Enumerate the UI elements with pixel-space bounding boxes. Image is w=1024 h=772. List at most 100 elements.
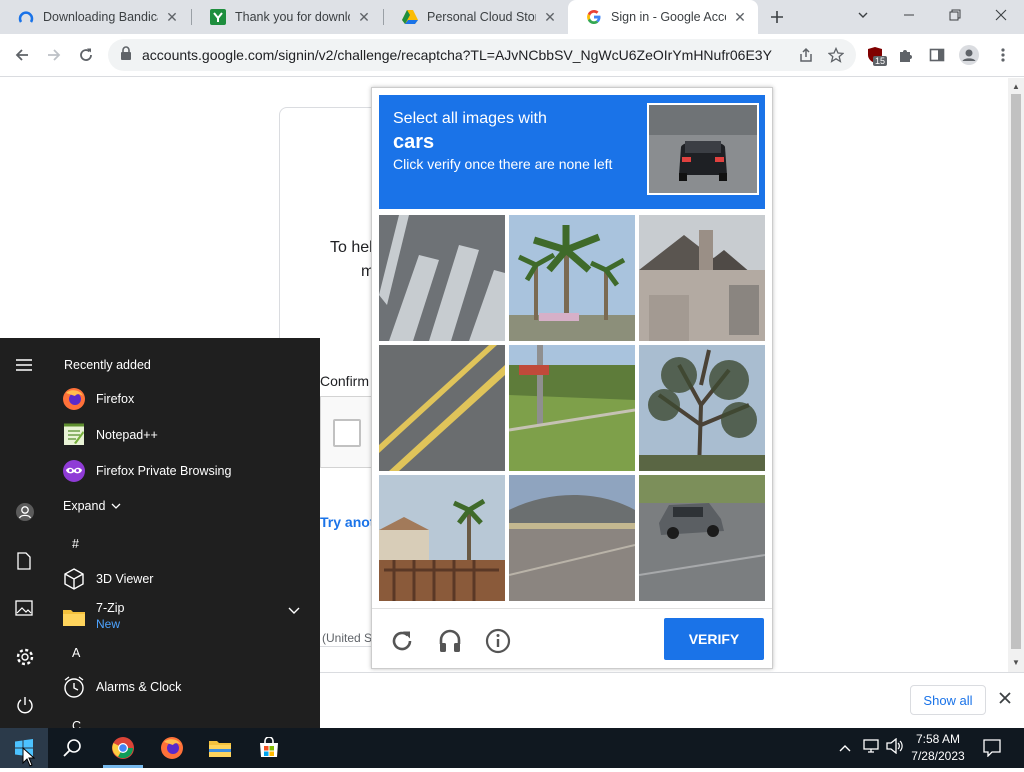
lock-icon[interactable] (120, 45, 132, 65)
tab-search-chevron-down-icon[interactable] (840, 0, 886, 30)
reload-button[interactable] (71, 40, 101, 70)
share-icon[interactable] (798, 47, 814, 68)
search-icon[interactable] (48, 728, 96, 768)
start-item-notepadpp[interactable]: Notepad++ (62, 423, 158, 447)
google-drive-icon (402, 9, 418, 25)
minimize-button[interactable] (886, 0, 932, 30)
side-panel-icon[interactable] (922, 40, 952, 70)
tab-google-sign-in[interactable]: Sign in - Google Accounts ✕ (568, 0, 758, 34)
close-icon[interactable]: ✕ (164, 9, 180, 25)
chevron-down-icon[interactable] (288, 602, 300, 620)
settings-gear-icon[interactable] (15, 647, 35, 672)
tab-personal-cloud-storage[interactable]: Personal Cloud Storage ✕ (384, 0, 568, 34)
notepadpp-icon (62, 423, 86, 447)
show-all-button[interactable]: Show all (910, 685, 986, 715)
notification-center-icon[interactable] (983, 739, 1001, 762)
extensions-puzzle-icon[interactable] (891, 40, 921, 70)
start-item-alarms-clock[interactable]: Alarms & Clock (62, 675, 181, 699)
page-scrollbar[interactable]: ▲ ▼ (1008, 78, 1024, 672)
tab-title: Personal Cloud Storage (427, 10, 536, 24)
forward-button[interactable] (39, 40, 69, 70)
show-hidden-icons-chevron-up-icon[interactable] (838, 740, 852, 758)
clock-date: 7/28/2023 (911, 749, 965, 763)
address-bar[interactable]: accounts.google.com/signin/v2/challenge/… (108, 39, 856, 71)
captcha-tile-3[interactable] (639, 215, 765, 341)
captcha-tile-2[interactable] (509, 215, 635, 341)
captcha-tile-8[interactable] (509, 475, 635, 601)
language-selector[interactable]: (United S (322, 631, 372, 645)
reload-challenge-icon[interactable] (389, 628, 415, 659)
browser-tab-strip: Downloading Bandicam ✕ Thank you for dow… (0, 0, 1024, 34)
try-another-way-link[interactable]: Try anot (320, 514, 374, 530)
close-icon[interactable]: ✕ (356, 9, 372, 25)
3d-viewer-icon (62, 567, 86, 591)
chevron-down-icon (111, 499, 121, 513)
network-icon[interactable] (862, 738, 880, 759)
scrollbar-thumb[interactable] (1011, 94, 1021, 649)
confirm-label: Confirm (320, 373, 370, 389)
expand-button[interactable]: Expand (63, 499, 121, 513)
profile-avatar-icon[interactable] (954, 40, 984, 70)
tab-thank-you[interactable]: Thank you for downloading ✕ (192, 0, 382, 34)
start-item-label: Alarms & Clock (96, 680, 182, 694)
extension-ublock-icon[interactable]: 15 (860, 40, 890, 70)
info-icon[interactable] (485, 628, 511, 659)
section-c-header[interactable]: C (72, 719, 81, 728)
tab-downloading-bandicam[interactable]: Downloading Bandicam ✕ (0, 0, 190, 34)
hamburger-menu-icon[interactable] (15, 358, 33, 377)
start-item-label: 7-Zip (96, 601, 125, 615)
section-a-header[interactable]: A (72, 646, 80, 660)
tab-title: Thank you for downloading (235, 10, 350, 24)
captcha-tile-5[interactable] (509, 345, 635, 471)
start-item-label: Firefox Private Browsing (96, 464, 232, 478)
google-icon (586, 9, 602, 25)
user-account-icon[interactable] (15, 502, 35, 527)
start-item-3d-viewer[interactable]: 3D Viewer (62, 567, 153, 591)
firefox-taskbar-icon[interactable] (148, 728, 196, 768)
restore-button[interactable] (932, 0, 978, 30)
captcha-tile-1[interactable] (379, 215, 505, 341)
recaptcha-target: cars (393, 131, 435, 153)
folder-icon (62, 605, 86, 629)
recaptcha-footer-divider (372, 608, 772, 609)
start-item-firefox-private[interactable]: Firefox Private Browsing (62, 459, 231, 483)
recaptcha-subtext: Click verify once there are none left (393, 156, 613, 172)
scroll-up-arrow-icon[interactable]: ▲ (1012, 82, 1020, 91)
browser-toolbar: accounts.google.com/signin/v2/challenge/… (0, 34, 1024, 77)
back-button[interactable] (7, 40, 37, 70)
audio-challenge-headphones-icon[interactable] (437, 628, 463, 659)
start-item-firefox[interactable]: Firefox (62, 387, 134, 411)
close-icon[interactable]: ✕ (542, 9, 558, 25)
captcha-tile-4[interactable] (379, 345, 505, 471)
documents-icon[interactable] (16, 552, 32, 575)
captcha-tile-7[interactable] (379, 475, 505, 601)
bookmark-star-icon[interactable] (827, 46, 845, 68)
chrome-taskbar-icon[interactable] (99, 728, 147, 768)
taskbar-clock[interactable]: 7:58 AM 7/28/2023 (904, 731, 972, 765)
file-explorer-icon[interactable] (196, 728, 244, 768)
verify-button[interactable]: VERIFY (664, 618, 764, 660)
pictures-icon[interactable] (15, 600, 33, 621)
recently-added-header: Recently added (64, 358, 151, 372)
captcha-tile-6[interactable] (639, 345, 765, 471)
recaptcha-checkbox[interactable] (333, 419, 361, 447)
expand-label: Expand (63, 499, 106, 513)
scroll-down-arrow-icon[interactable]: ▼ (1012, 658, 1020, 667)
help-text: To hel (330, 239, 373, 256)
close-window-button[interactable] (978, 0, 1024, 30)
microsoft-store-icon[interactable] (245, 728, 293, 768)
close-icon[interactable]: ✕ (732, 9, 748, 25)
recaptcha-header: Select all images with cars Click verify… (379, 95, 765, 209)
new-tab-button[interactable] (762, 2, 792, 32)
start-item-7zip[interactable]: 7-Zip New (62, 601, 124, 631)
url-text[interactable]: accounts.google.com/signin/v2/challenge/… (142, 47, 772, 63)
recaptcha-challenge: Select all images with cars Click verify… (371, 87, 773, 669)
volume-icon[interactable] (886, 737, 904, 759)
section-hash-header[interactable]: # (72, 537, 79, 551)
captcha-tile-9[interactable] (639, 475, 765, 601)
tab-title: Sign in - Google Accounts (611, 10, 726, 24)
start-menu-rail (0, 338, 50, 728)
power-icon[interactable] (15, 695, 35, 720)
close-download-bar-icon[interactable] (998, 691, 1012, 710)
chrome-menu-icon[interactable] (988, 40, 1018, 70)
